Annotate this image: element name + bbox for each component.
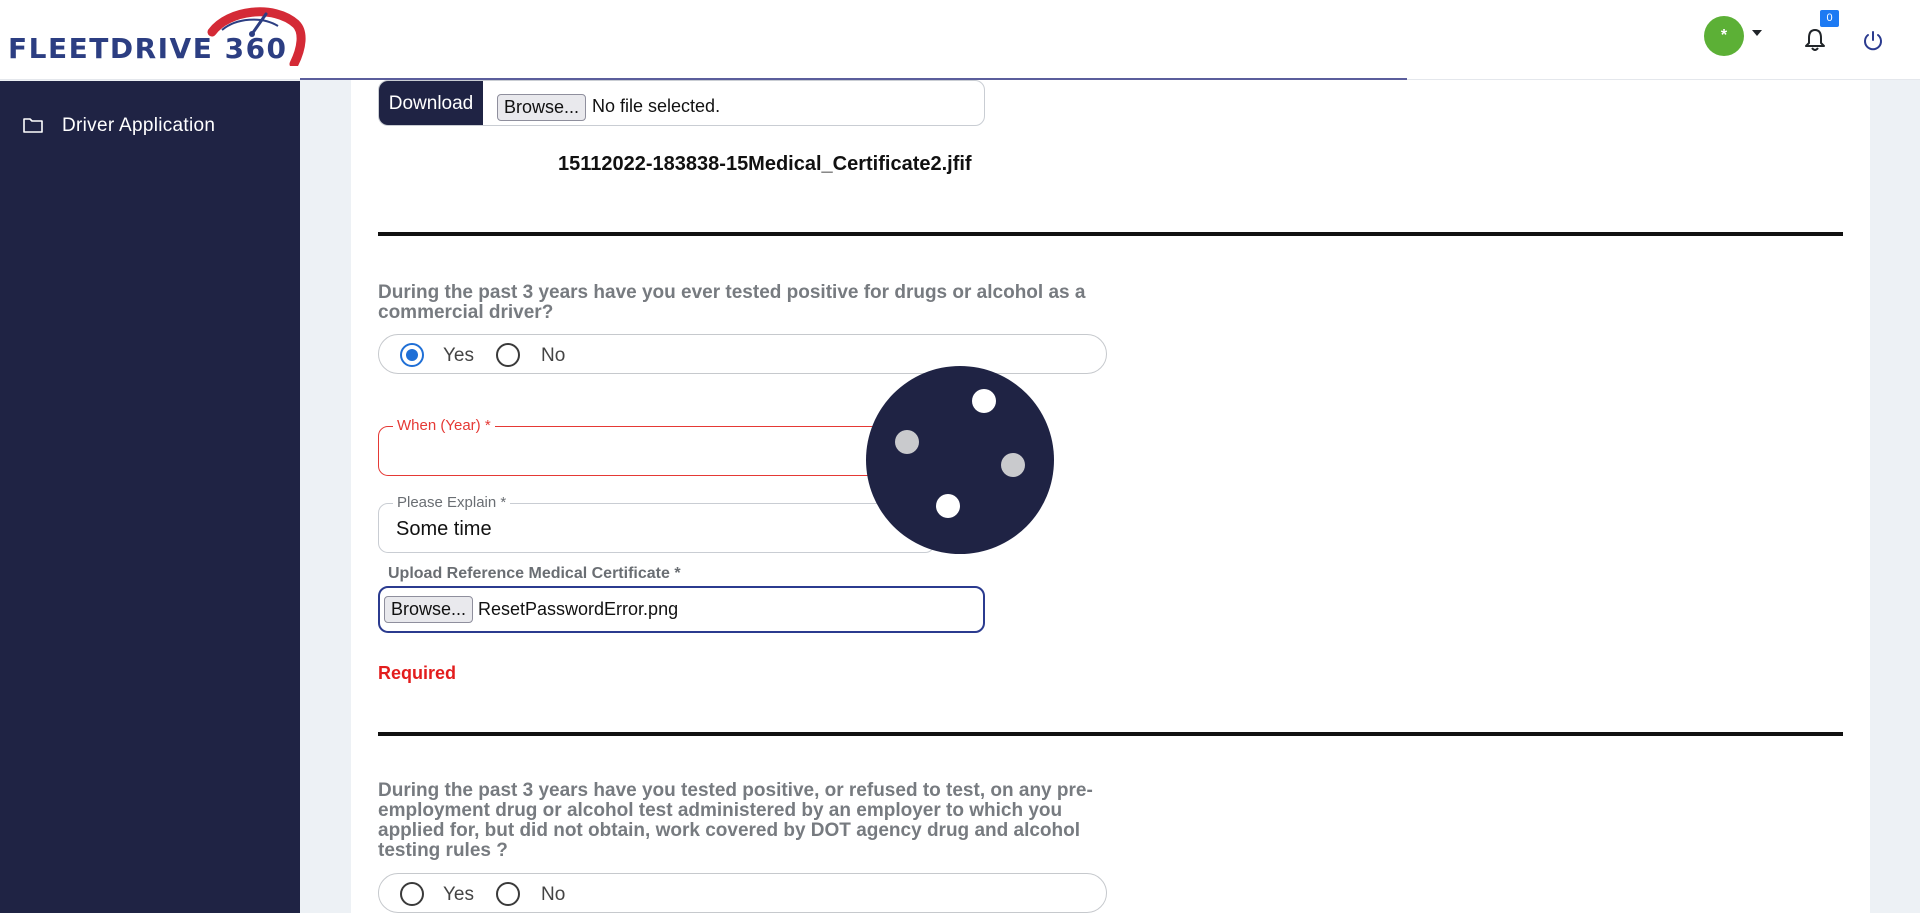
user-avatar[interactable]: * [1704, 16, 1744, 56]
question1-radio-group: Yes No [378, 334, 1107, 374]
existing-file-name[interactable]: 15112022-183838-15Medical_Certificate2.j… [558, 153, 972, 176]
radio-yes[interactable] [400, 882, 424, 906]
when-year-label: When (Year) * [393, 417, 495, 434]
power-icon[interactable] [1862, 30, 1884, 52]
radio-no[interactable] [496, 882, 520, 906]
logo-wordmark: FLEETDRIVE 360 [8, 32, 288, 65]
browse-button[interactable]: Browse... [497, 94, 587, 121]
sidebar-item-label: Driver Application [62, 115, 216, 136]
question-drug-test-positive: During the past 3 years have you ever te… [378, 282, 1086, 323]
radio-no[interactable] [496, 343, 520, 367]
explain-field[interactable]: Please Explain * Some time [378, 494, 935, 553]
medical-upload-field[interactable]: Browse... ResetPasswordError.png [378, 586, 985, 633]
radio-yes[interactable] [400, 343, 424, 367]
notification-badge: 0 [1820, 10, 1839, 27]
radio-yes-label[interactable]: Yes [443, 884, 474, 906]
medical-upload-label: Upload Reference Medical Certificate * [388, 565, 681, 582]
chevron-down-icon[interactable] [1752, 30, 1762, 36]
radio-no-label[interactable]: No [541, 884, 565, 906]
folder-icon [23, 118, 43, 133]
section-divider [378, 732, 1843, 736]
fleetdrive-logo[interactable]: FLEETDRIVE 360 [6, 6, 306, 72]
bubble-dot [1001, 453, 1025, 477]
radio-yes-label[interactable]: Yes [443, 345, 474, 367]
selected-file-name: ResetPasswordError.png [478, 599, 679, 619]
required-error-text: Required [378, 663, 457, 683]
download-button[interactable]: Download [379, 81, 483, 125]
explain-value: Some time [396, 518, 492, 540]
section-divider [378, 232, 1843, 236]
certificate-upload-group: Download Browse... No file selected. [378, 80, 985, 126]
bubble-dot [936, 494, 960, 518]
file-status-text: No file selected. [592, 96, 721, 116]
radio-no-label[interactable]: No [541, 345, 565, 367]
explain-label: Please Explain * [393, 494, 511, 511]
sidebar-item-driver-application[interactable]: Driver Application [0, 105, 300, 147]
bell-icon[interactable] [1804, 28, 1826, 52]
when-year-field[interactable]: When (Year) * [378, 417, 935, 476]
browse-button[interactable]: Browse... [384, 596, 474, 623]
floating-assist-bubble[interactable] [866, 366, 1054, 554]
question-preemployment-test: During the past 3 years have you tested … [378, 780, 1093, 861]
sidebar: Driver Application [0, 81, 300, 913]
top-header: FLEETDRIVE 360 * 0 [0, 0, 1920, 80]
bubble-dot [895, 430, 919, 454]
bubble-dot [972, 389, 996, 413]
question2-radio-group: Yes No [378, 873, 1107, 913]
